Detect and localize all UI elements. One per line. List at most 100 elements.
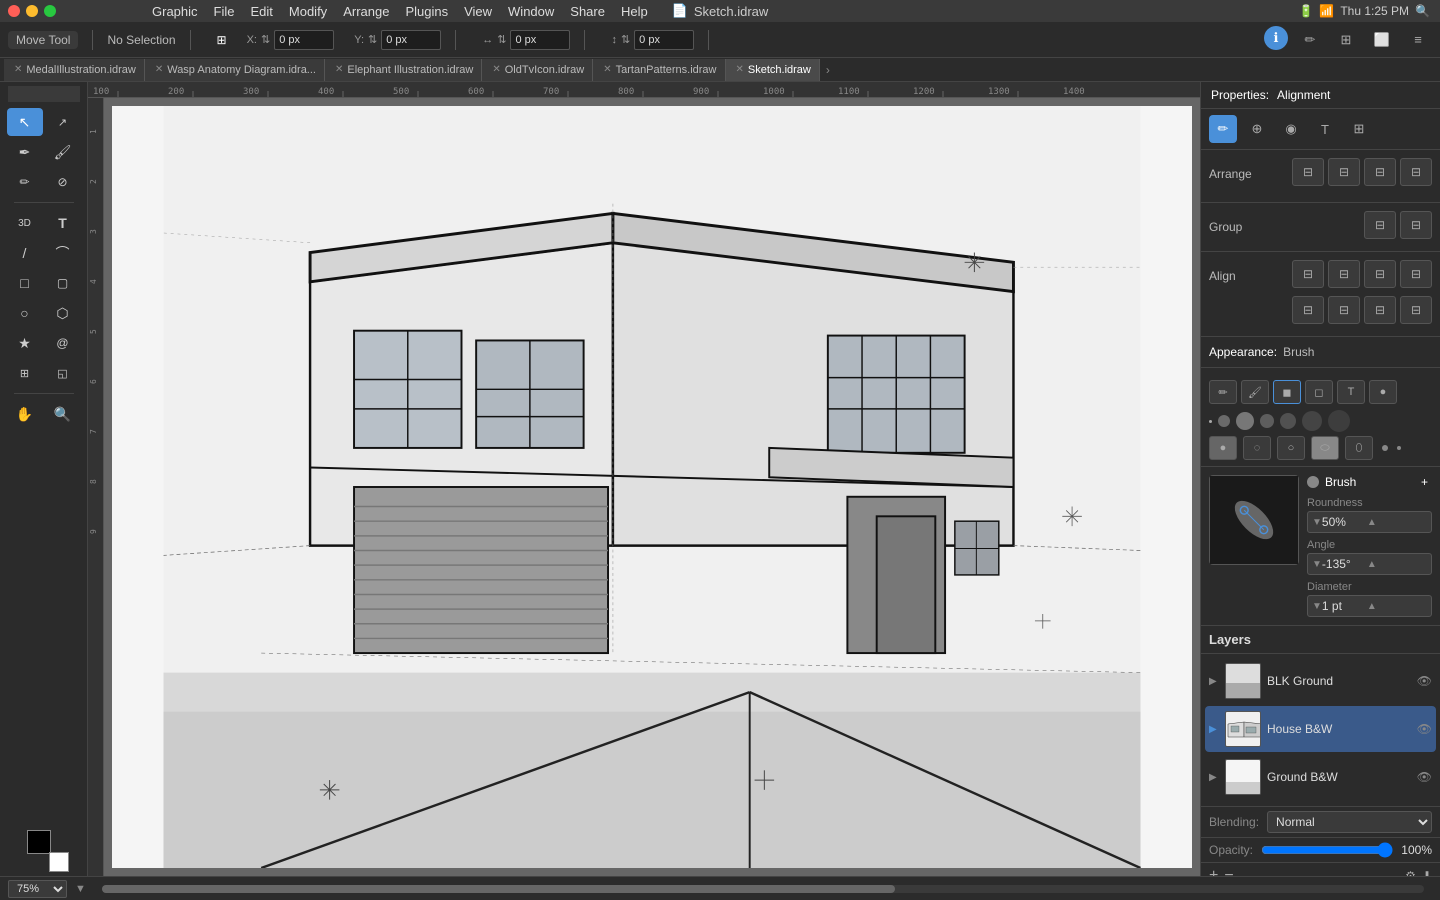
brush-shape-hard[interactable]: ● <box>1209 436 1237 460</box>
zoom-tool-button[interactable]: 🔍 <box>45 400 81 428</box>
grid-panel-icon[interactable]: ⊞ <box>1345 115 1373 143</box>
tab-oldtvicon[interactable]: ✕ OldTvIcon.idraw <box>482 59 593 81</box>
layer-settings-button[interactable]: ⚙ <box>1405 869 1416 876</box>
blending-select[interactable]: Normal Multiply Screen Overlay <box>1267 811 1432 833</box>
pencil-toolbar-button[interactable]: ✏ <box>1296 26 1324 54</box>
tab-tartanpatterns[interactable]: ✕ TartanPatterns.idraw <box>593 59 725 81</box>
tab-close-5[interactable]: ✕ <box>603 64 611 75</box>
brush-dot-4[interactable] <box>1260 414 1274 428</box>
brush-type-fill[interactable]: ◼ <box>1273 380 1301 404</box>
window-controls[interactable] <box>8 5 56 17</box>
tab-medalillustration[interactable]: ✕ MedalIllustration.idraw <box>4 59 145 81</box>
brush-type-pencil[interactable]: ✏ <box>1209 380 1237 404</box>
info-button[interactable]: ℹ <box>1264 26 1288 50</box>
layer-expand-1[interactable]: ▶ <box>1209 676 1219 687</box>
brush-tool-button[interactable]: 🖌 <box>45 138 81 166</box>
pencil-panel-icon[interactable]: ✏ <box>1209 115 1237 143</box>
align-btn-5[interactable]: ⊟ <box>1292 296 1324 324</box>
search-icon[interactable]: 🔍 <box>1415 4 1430 18</box>
add-layer-button[interactable]: + <box>1209 867 1218 876</box>
canvas-viewport[interactable] <box>104 98 1200 876</box>
angle-down[interactable]: ▼ <box>1312 559 1322 570</box>
angle-input[interactable] <box>1322 557 1367 571</box>
diameter-up[interactable]: ▲ <box>1367 601 1377 612</box>
triangle-tool-button[interactable]: ◱ <box>45 359 81 387</box>
star-tool-button[interactable]: ★ <box>7 329 43 357</box>
menu-modify[interactable]: Modify <box>289 4 327 19</box>
eraser-tool-button[interactable]: ⊘ <box>45 168 81 196</box>
node-tool-button[interactable]: ↗ <box>45 108 81 136</box>
diameter-input[interactable] <box>1322 599 1367 613</box>
3d-tool-button[interactable]: 3D <box>7 209 43 237</box>
brush-dot-2[interactable] <box>1218 415 1230 427</box>
layer-house-bw[interactable]: ▶ House B&W 👁 <box>1205 706 1436 752</box>
angle-up[interactable]: ▲ <box>1367 559 1377 570</box>
layer-expand-3[interactable]: ▶ <box>1209 772 1219 783</box>
grid-toolbar-button[interactable]: ⊞ <box>1332 26 1360 54</box>
table-tool-button[interactable]: ⊞ <box>7 359 43 387</box>
tab-sketch[interactable]: ✕ Sketch.idraw <box>726 59 820 81</box>
brush-dot-6[interactable] <box>1302 411 1322 431</box>
arrange-btn-3[interactable]: ⊟ <box>1364 158 1396 186</box>
menu-edit[interactable]: Edit <box>250 4 272 19</box>
hand-tool-button[interactable]: ✋ <box>7 400 43 428</box>
brush-type-text[interactable]: T <box>1337 380 1365 404</box>
pencil-tool-button[interactable]: ✏ <box>7 168 43 196</box>
x-arrows[interactable]: ⇅ <box>261 33 270 46</box>
menu-window[interactable]: Window <box>508 4 554 19</box>
pen-tool-button[interactable]: ✒ <box>7 138 43 166</box>
delete-layer-button[interactable]: − <box>1224 867 1233 876</box>
roundness-up[interactable]: ▲ <box>1367 517 1377 528</box>
spiral-tool-button[interactable]: @ <box>45 329 81 357</box>
diameter-down[interactable]: ▼ <box>1312 601 1322 612</box>
layer-visibility-blk-ground[interactable]: 👁 <box>1417 674 1432 688</box>
text-panel-icon[interactable]: T <box>1311 115 1339 143</box>
layer-more-button[interactable]: ⬇ <box>1422 869 1432 876</box>
ellipse-tool-button[interactable]: ○ <box>7 299 43 327</box>
width-input[interactable] <box>510 30 570 50</box>
brush-shape-wide-oval[interactable]: ⬯ <box>1345 436 1373 460</box>
tab-close-3[interactable]: ✕ <box>335 64 343 75</box>
zoom-select[interactable]: 50% 75% 100% 150% 200% <box>8 880 67 898</box>
scrollbar-thumb[interactable] <box>102 885 895 893</box>
tab-close-4[interactable]: ✕ <box>492 64 500 75</box>
brush-dot-7[interactable] <box>1328 410 1350 432</box>
menu-arrange[interactable]: Arrange <box>343 4 389 19</box>
menu-plugins[interactable]: Plugins <box>405 4 448 19</box>
swatch-container[interactable] <box>27 830 61 864</box>
layer-expand-2[interactable]: ▶ <box>1209 724 1219 735</box>
line-tool-button[interactable]: / <box>7 239 43 267</box>
align-btn-1[interactable]: ⊟ <box>1292 260 1324 288</box>
tabs-overflow[interactable]: › <box>820 63 836 77</box>
align-btn-8[interactable]: ⊟ <box>1400 296 1432 324</box>
group-btn-1[interactable]: ⊟ <box>1364 211 1396 239</box>
brush-dot-small[interactable] <box>1382 445 1388 451</box>
tab-close-1[interactable]: ✕ <box>14 64 22 75</box>
menu-file[interactable]: File <box>214 4 235 19</box>
rect-tool-button[interactable]: □ <box>7 269 43 297</box>
brush-dot-1[interactable] <box>1209 420 1212 423</box>
brush-add-button[interactable]: + <box>1421 475 1428 489</box>
layer-visibility-house-bw[interactable]: 👁 <box>1417 722 1432 736</box>
layers-button[interactable]: ≡ <box>1404 26 1432 54</box>
align-btn-4[interactable]: ⊟ <box>1400 260 1432 288</box>
close-button[interactable] <box>8 5 20 17</box>
arrange-btn-1[interactable]: ⊟ <box>1292 158 1324 186</box>
brush-shape-soft[interactable]: ◌ <box>1243 436 1271 460</box>
roundness-down[interactable]: ▼ <box>1312 517 1322 528</box>
arrange-btn-2[interactable]: ⊟ <box>1328 158 1360 186</box>
opacity-slider[interactable] <box>1261 842 1393 858</box>
roundness-input[interactable] <box>1322 515 1367 529</box>
polygon-tool-button[interactable]: ⬡ <box>45 299 81 327</box>
group-btn-2[interactable]: ⊟ <box>1400 211 1432 239</box>
layer-ground-bw[interactable]: ▶ Ground B&W 👁 <box>1205 754 1436 800</box>
menu-view[interactable]: View <box>464 4 492 19</box>
node-panel-icon[interactable]: ⊕ <box>1243 115 1271 143</box>
rounded-rect-tool-button[interactable]: ▢ <box>45 269 81 297</box>
brush-dot-3[interactable] <box>1236 412 1254 430</box>
brush-type-brush[interactable]: 🖌 <box>1241 380 1269 404</box>
zoom-arrow-icon[interactable]: ▼ <box>75 883 86 895</box>
tab-elephantillustration[interactable]: ✕ Elephant Illustration.idraw <box>325 59 482 81</box>
align-btn-3[interactable]: ⊟ <box>1364 260 1396 288</box>
height-input[interactable] <box>634 30 694 50</box>
